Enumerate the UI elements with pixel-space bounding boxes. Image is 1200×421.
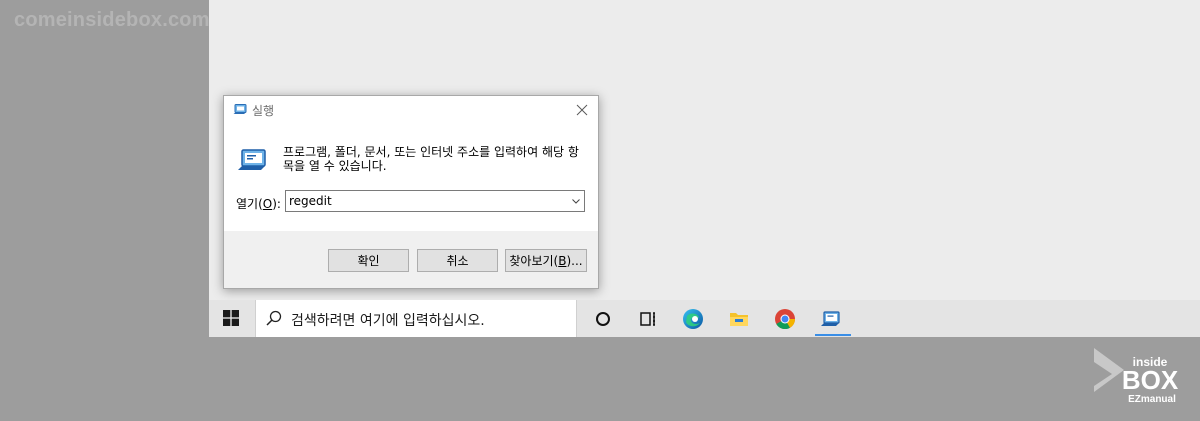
run-dialog: 실행 프로그램, 폴더, 문서, 또는 인터넷 주소를 입력하여 해당 항목을 … [223, 95, 599, 289]
dialog-title: 실행 [252, 104, 275, 118]
dialog-description: 프로그램, 폴더, 문서, 또는 인터넷 주소를 입력하여 해당 항목을 열 수… [283, 145, 579, 173]
run-icon[interactable] [819, 308, 841, 330]
browse-label-suffix: )... [566, 253, 583, 268]
ok-button[interactable]: 확인 [328, 249, 409, 272]
run-large-icon [238, 149, 266, 170]
taskbar-search-box[interactable]: 검색하려면 여기에 입력하십시오. [255, 300, 577, 337]
browse-label-prefix: 찾아보기( [509, 254, 559, 268]
file-explorer-icon[interactable] [728, 308, 750, 330]
close-icon[interactable] [572, 100, 592, 120]
dialog-titlebar[interactable]: 실행 [224, 96, 598, 124]
open-combobox[interactable]: regedit [285, 190, 585, 212]
open-label: 열기(O): [236, 195, 281, 212]
logo-line2: BOX [1122, 365, 1179, 395]
logo-line3: EZmanual [1128, 394, 1176, 405]
cancel-button[interactable]: 취소 [417, 249, 498, 272]
chrome-icon[interactable] [774, 308, 796, 330]
windows-start-icon[interactable] [223, 310, 239, 326]
browse-label-mnemonic: B [558, 253, 567, 268]
task-view-icon[interactable] [637, 308, 659, 330]
edge-icon[interactable] [682, 308, 704, 330]
watermark-text: comeinsidebox.com [14, 9, 210, 31]
ok-label: 확인 [357, 254, 380, 268]
open-label-mnemonic: O [262, 197, 273, 211]
open-label-suffix: ): [272, 197, 281, 211]
taskbar: 검색하려면 여기에 입력하십시오. [209, 300, 1200, 337]
dialog-footer: 확인 취소 찾아보기(B)... [224, 231, 598, 288]
insidebox-logo: inside BOX EZmanual [1094, 348, 1179, 405]
open-label-prefix: 열기( [236, 197, 263, 211]
run-icon [233, 104, 247, 114]
active-app-indicator [815, 334, 851, 336]
cancel-label: 취소 [446, 254, 469, 268]
cortana-icon[interactable] [592, 308, 614, 330]
chevron-down-icon[interactable] [571, 196, 581, 206]
search-placeholder: 검색하려면 여기에 입력하십시오. [291, 313, 485, 329]
browse-button[interactable]: 찾아보기(B)... [505, 249, 587, 272]
open-input-value[interactable]: regedit [289, 194, 332, 208]
search-icon [266, 310, 282, 326]
